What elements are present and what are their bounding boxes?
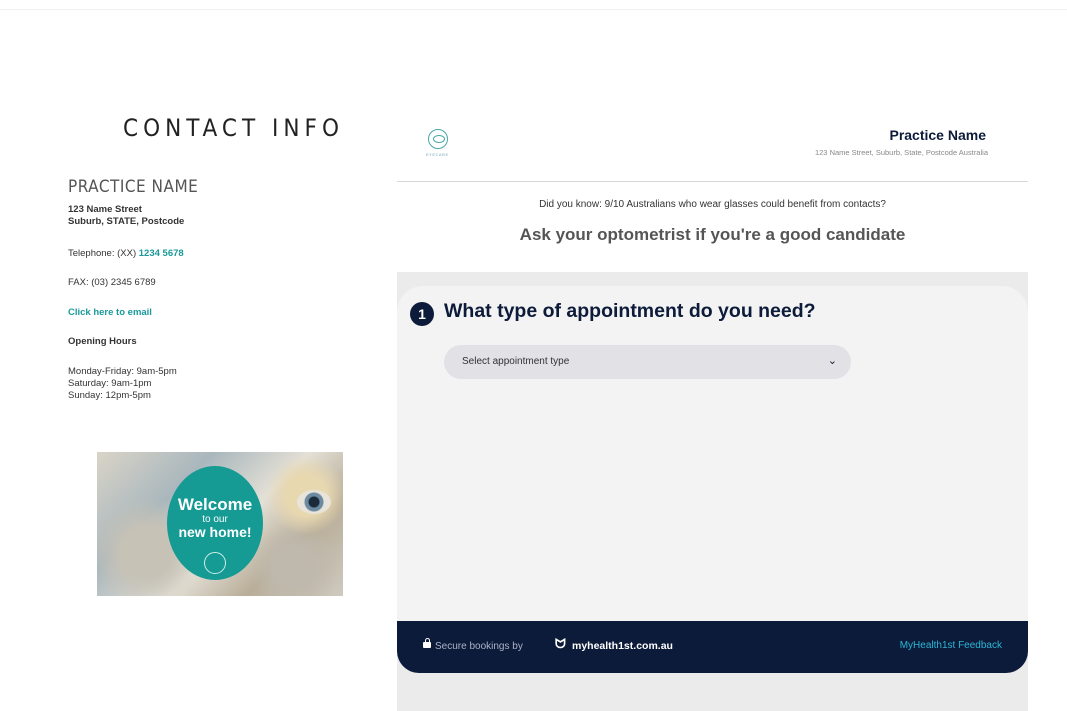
- logo-caption: EYECARE: [426, 152, 449, 157]
- chevron-down-icon: ⌄: [827, 355, 837, 367]
- select-placeholder: Select appointment type: [462, 356, 570, 367]
- contact-info-heading: CONTACT INFO: [123, 114, 344, 142]
- practice-name-heading: PRACTICE NAME: [68, 177, 199, 197]
- widget-practice-name: Practice Name: [889, 127, 986, 143]
- secure-bookings-text: Secure bookings by: [435, 641, 523, 652]
- telephone-label: Telephone: (XX): [68, 248, 139, 259]
- widget-header: EYECARE Practice Name 123 Name Street, S…: [397, 107, 1028, 182]
- email-link[interactable]: Click here to email: [68, 307, 152, 318]
- feedback-link[interactable]: MyHealth1st Feedback: [900, 640, 1002, 651]
- hours-sunday: Sunday: 12pm-5pm: [68, 390, 151, 401]
- address-line-1: 123 Name Street: [68, 204, 142, 215]
- email-line: Click here to email: [68, 307, 152, 319]
- lock-icon: [423, 638, 431, 648]
- opening-hours-heading: Opening Hours: [68, 336, 137, 347]
- step-title: What type of appointment do you need?: [444, 300, 816, 322]
- new-home-text: new home!: [178, 524, 252, 540]
- myhealth1st-logo-icon: ᗢ: [555, 636, 566, 651]
- hours-saturday: Saturday: 9am-1pm: [68, 378, 152, 389]
- hours-weekday: Monday-Friday: 9am-5pm: [68, 366, 177, 377]
- practice-logo-icon: [204, 552, 226, 574]
- fax-line: FAX: (03) 2345 6789: [68, 277, 156, 288]
- opening-hours-list: Monday-Friday: 9am-5pm Saturday: 9am-1pm…: [68, 366, 177, 402]
- eye-logo-icon: [428, 129, 448, 149]
- telephone-line: Telephone: (XX) 1234 5678: [68, 248, 184, 260]
- welcome-promo-image: Welcome to our new home!: [97, 452, 343, 596]
- info-call-to-action: Ask your optometrist if you're a good ca…: [519, 225, 906, 244]
- practice-address: 123 Name Street Suburb, STATE, Postcode: [68, 204, 184, 228]
- info-message: Did you know: 9/10 Australians who wear …: [539, 199, 886, 210]
- widget-footer: Secure bookings by ᗢ myhealth1st.com.au …: [397, 621, 1028, 673]
- booking-widget: EYECARE Practice Name 123 Name Street, S…: [397, 107, 1028, 711]
- form-card: [397, 286, 1028, 621]
- appointment-type-select[interactable]: Select appointment type ⌄: [444, 345, 851, 379]
- telephone-link[interactable]: 1234 5678: [139, 248, 184, 259]
- welcome-badge: Welcome to our new home!: [167, 466, 263, 580]
- welcome-text: Welcome: [177, 495, 253, 514]
- widget-practice-address: 123 Name Street, Suburb, State, Postcode…: [814, 148, 988, 157]
- eye-decoration: [297, 490, 331, 514]
- address-line-2: Suburb, STATE, Postcode: [68, 216, 185, 227]
- eye-logo-inner: [433, 135, 445, 143]
- myhealth1st-brand: myhealth1st.com.au: [572, 640, 673, 652]
- step-number-badge: 1: [410, 302, 434, 326]
- top-divider: [0, 9, 1067, 10]
